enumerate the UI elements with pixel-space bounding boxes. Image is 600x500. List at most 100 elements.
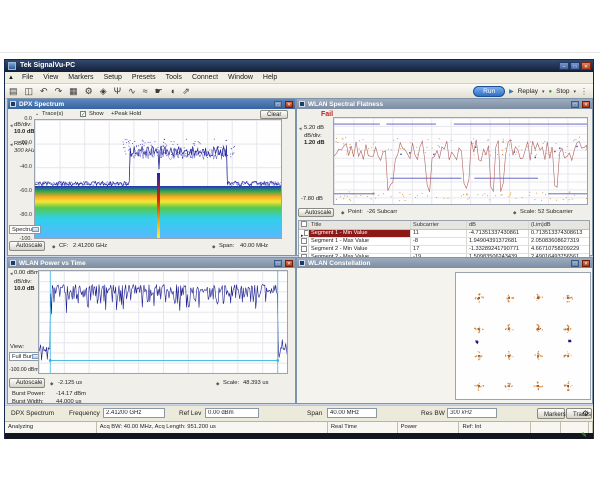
table-row[interactable]: Segment 2 - Min Value 17 -1.332892417907… <box>299 246 589 254</box>
menu-item-setup[interactable]: Setup <box>99 74 127 81</box>
res-bw-input[interactable] <box>447 408 497 418</box>
pvt-scale-value[interactable]: 48.393 us <box>243 380 268 386</box>
flatness-scale-label: Scale: <box>520 209 536 215</box>
settings-gear-icon[interactable]: ⚙ <box>582 409 589 418</box>
flatness-status-badge: Fail <box>321 111 333 118</box>
traces-caret-icon[interactable]: ⌄ <box>35 111 39 117</box>
app-window: Tek SignalVu-PC – □ ✕ ▲ FileViewMarkersS… <box>4 59 594 439</box>
clear-button[interactable]: Clear <box>260 110 288 119</box>
redo-icon[interactable]: ↷ <box>55 85 63 97</box>
cf-value[interactable]: 2.41200 GHz <box>73 243 107 249</box>
pvt-scale-marker-icon: ◆ <box>216 381 219 387</box>
constellation-plot <box>456 273 591 400</box>
active-measurement-label: DPX Spectrum <box>11 410 54 417</box>
save-icon[interactable]: ◫ <box>25 85 34 97</box>
export-icon[interactable]: ⇗ <box>182 85 190 97</box>
open-icon[interactable]: ▤ <box>9 85 18 97</box>
pvt-maximize-button[interactable]: □ <box>274 260 282 267</box>
pvt-titlebar[interactable]: WLAN Power vs Time □ ✕ <box>8 258 295 268</box>
pvt-x-marker-icon: ◆ <box>50 381 53 387</box>
flatness-db-div-value: 1.20 dB <box>304 140 325 146</box>
menu-item-tools[interactable]: Tools <box>161 74 187 81</box>
col-header-subcarrier[interactable]: Subcarrier <box>411 221 467 229</box>
span-input[interactable] <box>327 408 377 418</box>
dpx-maximize-button[interactable]: □ <box>274 101 282 108</box>
table-row[interactable]: ▸ Segment 1 - Min Value 11 -4.7135133743… <box>299 230 589 238</box>
menu-item-connect[interactable]: Connect <box>187 74 223 81</box>
header-checkbox[interactable] <box>301 221 307 227</box>
menu-item-file[interactable]: File <box>17 74 38 81</box>
main-toolbar: ▤◫↶↷▦⚙◈Ψ∿≈☛◖⇗ Run ▶ Replay ▾ ● Stop ▾ ⋮ <box>5 84 593 99</box>
flatness-graph[interactable] <box>333 117 588 205</box>
touch-icon[interactable]: ☛ <box>155 85 163 97</box>
row-title: Segment 1 - Max Value <box>309 238 411 245</box>
spectrum-trace-icon[interactable]: ∿ <box>128 85 136 97</box>
dpx-titlebar[interactable]: DPX Spectrum □ ✕ <box>8 99 295 109</box>
pvt-close-button[interactable]: ✕ <box>285 260 293 267</box>
antenna-icon[interactable]: Ψ <box>114 85 122 97</box>
table-row[interactable]: Segment 1 - Max Value -8 1.9490439137268… <box>299 238 589 246</box>
pvt-graph[interactable] <box>38 270 288 374</box>
menu-arrow-icon: ▲ <box>8 75 14 81</box>
dpx-autoscale-button[interactable]: Autoscale <box>9 241 45 251</box>
waveform-icon[interactable]: ≈ <box>143 85 148 97</box>
axis-marker-icon[interactable]: ◄ <box>9 271 13 276</box>
constellation-maximize-button[interactable]: □ <box>571 260 579 267</box>
pvt-panel-icon <box>10 260 16 266</box>
row-checkbox[interactable] <box>301 238 307 244</box>
menu-item-help[interactable]: Help <box>258 74 282 81</box>
window-titlebar[interactable]: Tek SignalVu-PC – □ ✕ <box>5 60 593 72</box>
undo-icon[interactable]: ↶ <box>40 85 48 97</box>
frequency-input[interactable] <box>103 408 165 418</box>
constellation-graph[interactable] <box>455 272 591 400</box>
menu-item-markers[interactable]: Markers <box>63 74 98 81</box>
run-button[interactable]: Run <box>473 86 505 97</box>
traces-dropdown[interactable]: Trace(s) <box>42 111 63 117</box>
menu-item-window[interactable]: Window <box>223 74 258 81</box>
settings-gear-icon[interactable]: ⚙ <box>85 85 93 97</box>
pvt-view-select[interactable]: Full Burst <box>9 352 41 361</box>
axis-marker-icon[interactable]: ◄ <box>298 126 302 131</box>
dpx-mode-select[interactable]: Spectrum <box>9 225 41 234</box>
print-icon[interactable]: ▦ <box>69 85 78 97</box>
maximize-button[interactable]: □ <box>570 62 580 70</box>
row-checkbox[interactable] <box>301 246 307 252</box>
replay-button[interactable]: Replay <box>518 88 538 95</box>
row-db: -1.33289241790771 <box>467 246 529 253</box>
point-value[interactable]: -26 Subcarr <box>367 209 397 215</box>
dpx-close-button[interactable]: ✕ <box>285 101 293 108</box>
ref-lev-input[interactable] <box>205 408 259 418</box>
peak-hold-label[interactable]: +Peak Hold <box>111 111 141 117</box>
markers-button[interactable]: Markers <box>537 408 565 419</box>
audio-icon[interactable]: ◖ <box>170 85 175 97</box>
row-limdb: 0.713513374308613 <box>529 230 589 237</box>
constellation-close-button[interactable]: ✕ <box>582 260 590 267</box>
replay-icon: ▶ <box>509 88 514 95</box>
edit-pencil-icon[interactable]: ✎ <box>581 431 587 439</box>
constellation-titlebar[interactable]: WLAN Constellation □ ✕ <box>297 258 592 268</box>
flatness-titlebar[interactable]: WLAN Spectral Flatness □ ✕ <box>297 99 592 109</box>
flatness-scale-value[interactable]: 52 Subcarrier <box>538 209 573 215</box>
show-checkbox[interactable]: ✓ <box>80 111 86 117</box>
dpx-graph[interactable] <box>34 119 282 239</box>
col-header-limdb[interactable]: (Lim)dB <box>529 221 589 229</box>
col-header-title[interactable]: Title <box>309 221 411 229</box>
axis-marker-icon[interactable]: ◄ <box>9 123 13 128</box>
flatness-maximize-button[interactable]: □ <box>571 101 579 108</box>
pvt-autoscale-button[interactable]: Autoscale <box>9 378 45 388</box>
stop-button[interactable]: Stop <box>556 88 569 95</box>
flatness-close-button[interactable]: ✕ <box>582 101 590 108</box>
replay-dropdown-icon[interactable]: ▾ <box>542 89 545 95</box>
close-button[interactable]: ✕ <box>581 62 591 70</box>
point-label: Point: <box>348 209 363 215</box>
menu-item-presets[interactable]: Presets <box>127 74 161 81</box>
pvt-x-start[interactable]: -2.125 us <box>58 380 82 386</box>
flatness-autoscale-button[interactable]: Autoscale <box>298 208 334 217</box>
dpx-span-value[interactable]: 40.00 MHz <box>240 243 268 249</box>
shield-icon[interactable]: ◈ <box>100 85 107 97</box>
minimize-button[interactable]: – <box>559 62 569 70</box>
col-header-db[interactable]: dB <box>467 221 529 229</box>
more-options-icon[interactable]: ⋮ <box>580 87 588 96</box>
stop-dropdown-icon[interactable]: ▾ <box>573 89 576 95</box>
menu-item-view[interactable]: View <box>38 74 63 81</box>
